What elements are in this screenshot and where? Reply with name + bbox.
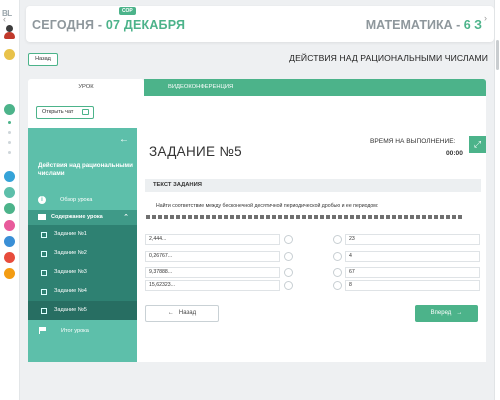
app-rail: BL [0,0,20,400]
edit-icon [41,232,47,238]
prev-day-chevron-icon[interactable]: ‹ [3,14,6,24]
sidebar-item-task-3[interactable]: Задание №3 [28,263,137,282]
right-radio-1[interactable] [333,235,342,244]
sidebar-item-task-4[interactable]: Задание №4 [28,282,137,301]
edit-icon [41,270,47,276]
right-option-1[interactable]: 23 [345,234,480,245]
right-radio-2[interactable] [333,252,342,261]
rail-dot [8,151,11,154]
sidebar-item-overview[interactable]: i Обзор урока [28,192,137,208]
avatar[interactable] [3,25,16,39]
next-day-chevron-icon[interactable]: › [484,13,487,23]
left-option-3[interactable]: 9,37888... [145,267,280,278]
open-chat-button[interactable]: Открыть чат [36,106,94,119]
page-scrollbar[interactable] [494,0,500,400]
edit-icon [41,308,47,314]
left-radio-2[interactable] [284,252,293,261]
content-icon [38,214,46,220]
right-radio-3[interactable] [333,268,342,277]
time-label: ВРЕМЯ НА ВЫПОЛНЕНИЕ: [370,138,456,145]
rail-dot [8,141,11,144]
left-option-1[interactable]: 2,444... [145,234,280,245]
sidebar-item-task-5[interactable]: Задание №5 [28,301,137,320]
collapse-arrow-icon[interactable]: ← [119,134,129,145]
right-option-4[interactable]: 8 [345,280,480,291]
sidebar-item-content[interactable]: Содержание урока ⌃ [28,210,137,225]
task-instruction: Найти соответствие между бесконечной дес… [156,203,379,209]
sidebar-title: Действия над рациональными числами [38,162,133,177]
info-icon: i [38,196,46,204]
tab-videoconference[interactable]: ВИДЕОКОНФЕРЕНЦИЯ [144,79,486,96]
edit-icon [41,251,47,257]
app-icon-1[interactable] [4,171,15,182]
left-radio-3[interactable] [284,268,293,277]
chevron-up-icon: ⌃ [123,214,129,221]
back-button[interactable]: Назад [28,53,58,66]
right-option-3[interactable]: 67 [345,267,480,278]
left-option-4[interactable]: 15,62323... [145,280,280,291]
pen-scribble [146,215,464,219]
sidebar-item-task-2[interactable]: Задание №2 [28,244,137,263]
right-radio-4[interactable] [333,281,342,290]
app-icon-5[interactable] [4,236,15,247]
flag-icon [39,327,47,334]
lesson-sidebar: ← Действия над рациональными числами i О… [28,128,137,362]
lesson-panel: Открыть чат ← Действия над рациональными… [28,96,486,362]
subject-class: МАТЕМАТИКА - 6 З [365,18,482,32]
tab-lesson[interactable]: УРОК [28,79,144,96]
lesson-title: ДЕЙСТВИЯ НАД РАЦИОНАЛЬНЫМИ ЧИСЛАМИ [289,53,488,63]
left-option-2[interactable]: 0,26767... [145,251,280,262]
app-icon-2[interactable] [4,187,15,198]
time-value: 00:00 [446,150,463,157]
sor-badge: СОР [119,7,136,15]
right-option-2[interactable]: 4 [345,251,480,262]
app-icon-4[interactable] [4,220,15,231]
rail-dot [8,131,11,134]
today-date: СЕГОДНЯ - 07 ДЕКАБРЯ [32,18,186,32]
notification-icon[interactable] [4,49,15,60]
sidebar-item-summary[interactable]: Итог урока [28,324,137,339]
next-task-button[interactable]: Вперед → [415,305,478,322]
prev-task-button[interactable]: ← Назад [145,305,219,322]
task-title: ЗАДАНИЕ №5 [149,144,242,159]
sidebar-item-task-1[interactable]: Задание №1 [28,225,137,244]
edit-icon [41,289,47,295]
fullscreen-icon[interactable]: ⤢ [469,136,486,153]
app-icon-3[interactable] [4,203,15,214]
task-text-header: ТЕКСТ ЗАДАНИЯ [145,179,481,192]
rail-active-icon[interactable] [4,104,15,115]
left-radio-4[interactable] [284,281,293,290]
app-icon-7[interactable] [4,268,15,279]
chat-icon [82,109,89,115]
left-radio-1[interactable] [284,235,293,244]
rail-dot [8,121,11,124]
app-icon-6[interactable] [4,252,15,263]
date-header: СЕГОДНЯ - 07 ДЕКАБРЯ СОР МАТЕМАТИКА - 6 … [26,6,494,42]
